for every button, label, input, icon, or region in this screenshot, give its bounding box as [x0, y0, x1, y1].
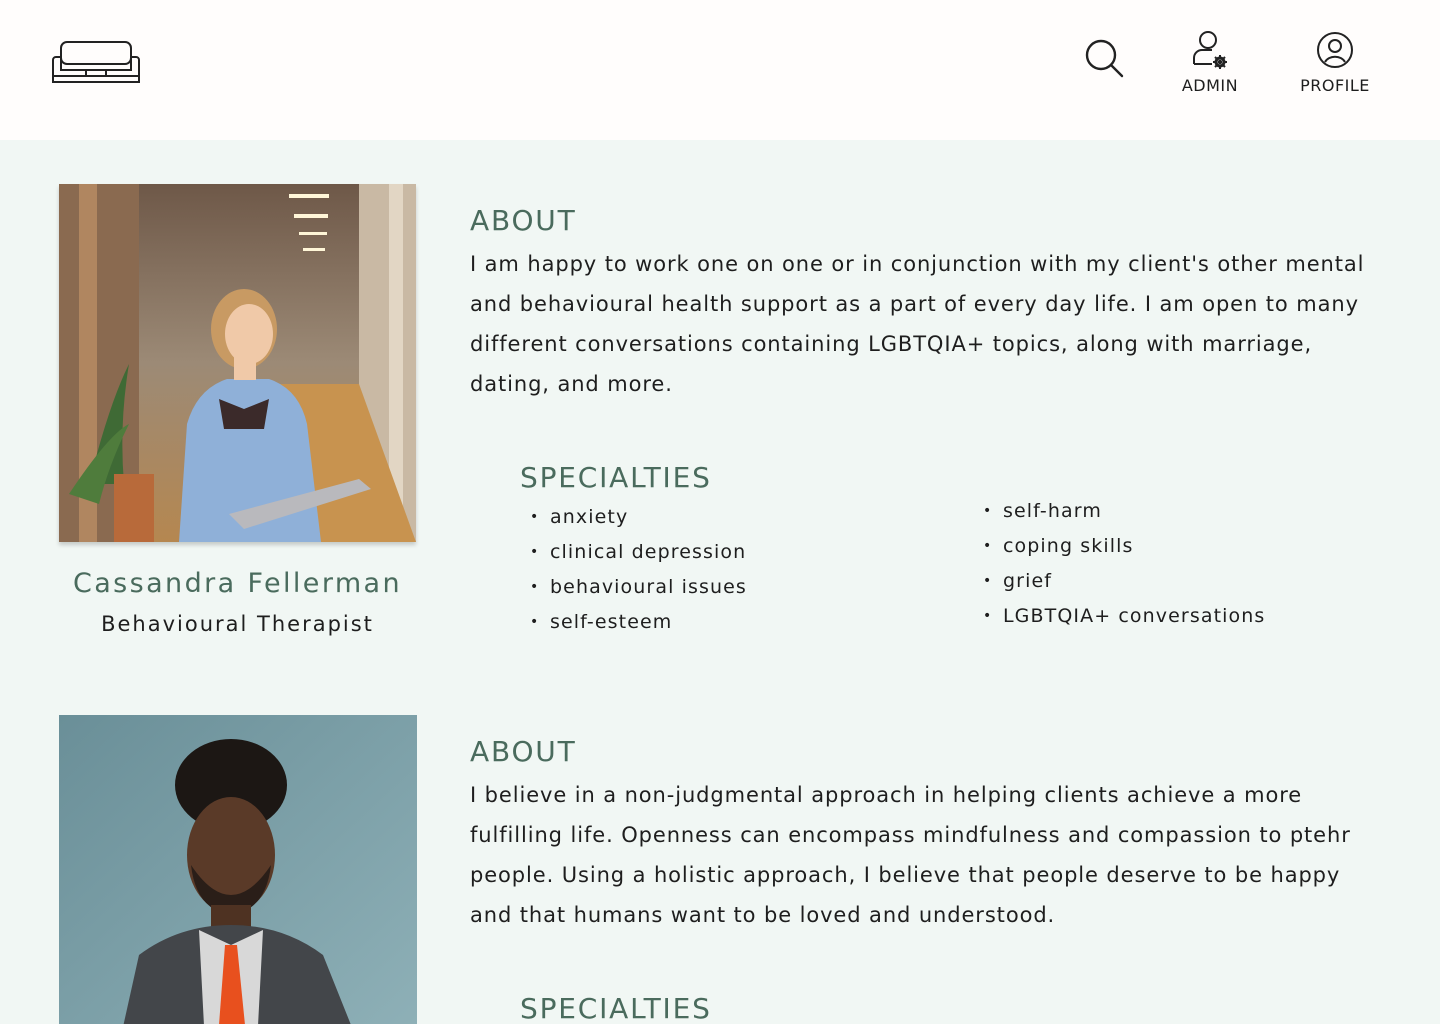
specialty-item: coping skills — [983, 529, 1265, 564]
specialty-item: LGBTQIA+ conversations — [983, 599, 1265, 634]
user-circle-icon — [1317, 32, 1353, 68]
specialty-item: self-esteem — [530, 605, 747, 640]
therapist-photo — [59, 184, 416, 542]
sofa-icon[interactable] — [52, 40, 140, 86]
admin-label: ADMIN — [1181, 76, 1239, 95]
specialties-list-right: self-harm coping skills grief LGBTQIA+ c… — [983, 494, 1265, 634]
therapist-name: Cassandra Fellerman — [72, 568, 403, 599]
therapist-role: Behavioural Therapist — [101, 612, 374, 636]
search-button[interactable] — [1082, 36, 1126, 80]
specialty-item: self-harm — [983, 494, 1265, 529]
specialty-item: anxiety — [530, 500, 747, 535]
top-header: ADMIN PROFILE — [0, 0, 1440, 140]
admin-nav-link[interactable]: ADMIN — [1170, 30, 1250, 95]
about-heading: ABOUT — [470, 735, 577, 768]
profile-nav-link[interactable]: PROFILE — [1290, 30, 1380, 95]
user-gear-icon — [1193, 31, 1227, 69]
profile-label: PROFILE — [1300, 76, 1370, 95]
specialties-heading: SPECIALTIES — [520, 992, 712, 1024]
specialties-heading: SPECIALTIES — [520, 461, 712, 494]
specialty-item: grief — [983, 564, 1265, 599]
specialty-item: behavioural issues — [530, 570, 747, 605]
therapist-photo — [59, 715, 417, 1024]
about-text: I am happy to work one on one or in conj… — [470, 252, 1365, 396]
about-text: I believe in a non-judgmental approach i… — [470, 783, 1351, 927]
search-icon — [1085, 39, 1124, 78]
specialties-list-left: anxiety clinical depression behavioural … — [530, 500, 747, 640]
about-heading: ABOUT — [470, 204, 577, 237]
specialty-item: clinical depression — [530, 535, 747, 570]
